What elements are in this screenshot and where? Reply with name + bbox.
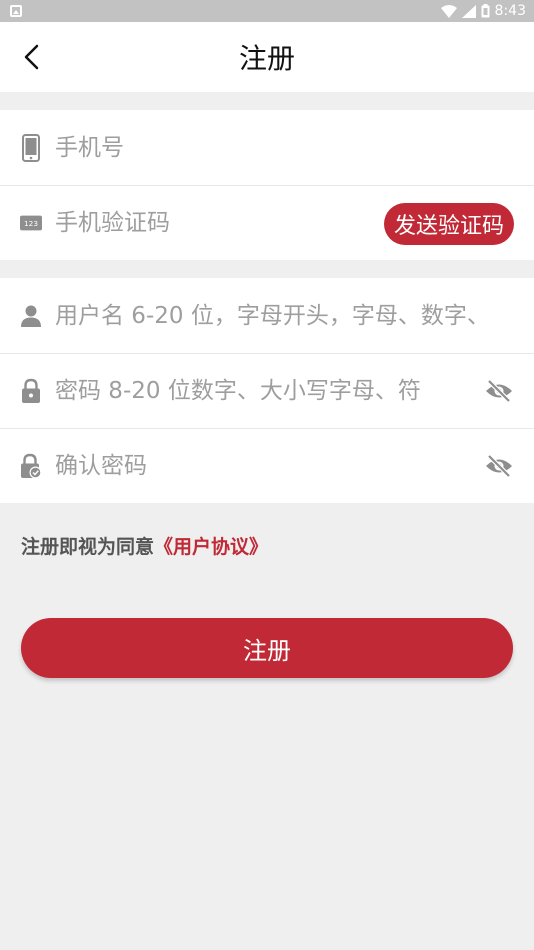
lock-check-icon [20,452,42,480]
status-icons: 8:43 [440,3,526,19]
phone-row [0,110,534,185]
notification-icon [10,5,22,17]
eye-off-icon[interactable] [484,379,514,403]
username-row [0,278,534,353]
numeric-code-icon: 123 [20,209,42,237]
password-row [0,353,534,428]
lock-icon [20,377,42,405]
page-title: 注册 [238,42,295,75]
confirm-password-row [0,428,534,503]
confirm-password-input[interactable] [55,453,474,479]
password-input[interactable] [55,378,474,404]
send-code-button[interactable]: 发送验证码 [383,203,514,245]
agreement-prefix: 注册即视为同意 [21,536,155,558]
phone-input[interactable] [55,134,514,161]
user-icon [20,302,42,330]
eye-off-icon[interactable] [484,454,514,478]
username-input[interactable] [55,302,514,329]
battery-icon [481,4,490,18]
status-time: 8:43 [494,3,526,19]
wifi-icon [440,4,457,18]
svg-text:123: 123 [24,219,38,228]
phone-group: 123 发送验证码 [0,110,534,260]
chevron-left-icon[interactable] [18,42,48,72]
register-button[interactable]: 注册 [21,618,513,678]
agreement-text: 注册即视为同意《用户协议》 [21,532,268,559]
status-bar: 8:43 [0,0,534,22]
signal-icon [461,4,476,18]
code-row: 123 发送验证码 [0,185,534,260]
phone-icon [20,133,42,162]
app-bar: 注册 [0,22,534,92]
user-agreement-link[interactable]: 《用户协议》 [154,536,268,558]
account-group [0,278,534,503]
